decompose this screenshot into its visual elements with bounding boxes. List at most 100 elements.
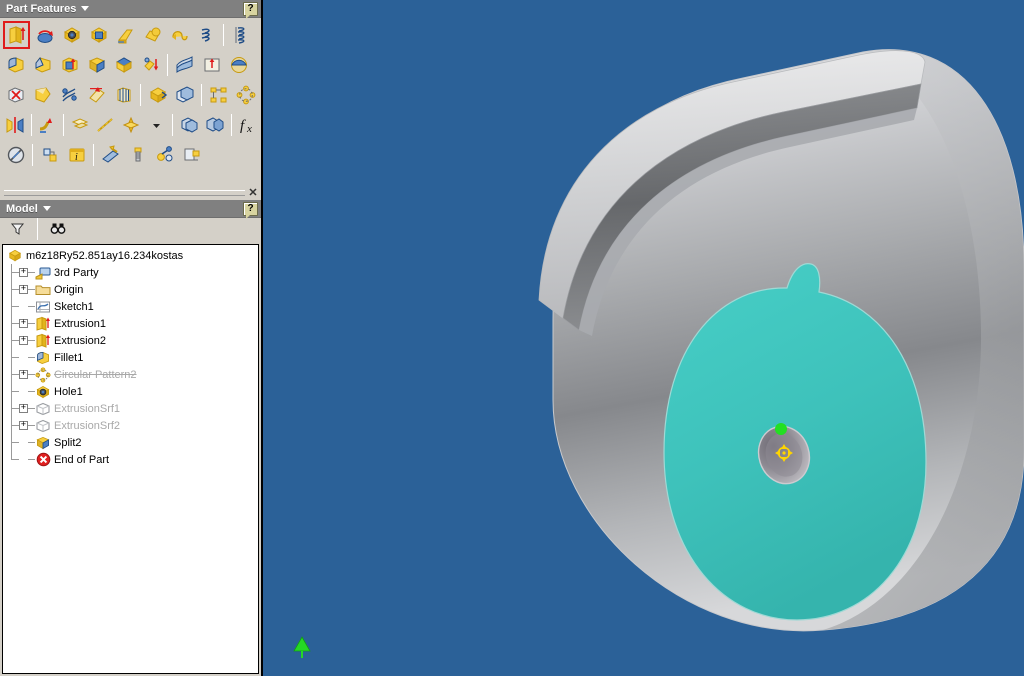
copy-object-icon[interactable] xyxy=(172,82,197,108)
tree-connector xyxy=(28,357,35,358)
work-axis-icon[interactable] xyxy=(94,112,118,138)
tree-item[interactable]: Hole1 xyxy=(7,383,258,400)
tree-item[interactable]: Split2 xyxy=(7,434,258,451)
expand-spacer xyxy=(19,455,28,464)
tree-item-label: ExtrusionSrf2 xyxy=(54,419,121,432)
splitter-grip[interactable] xyxy=(4,190,245,196)
tree-item[interactable]: + Extrusion1 xyxy=(7,315,258,332)
stress-analysis-icon[interactable] xyxy=(98,142,123,168)
tree-item[interactable]: + ExtrusionSrf2 xyxy=(7,417,258,434)
part-features-panel: Part Features ? fx i xyxy=(0,0,261,188)
expand-plus-icon[interactable]: + xyxy=(19,285,28,294)
tree-connector xyxy=(28,408,35,409)
green-vertex-marker[interactable] xyxy=(775,423,787,435)
expand-plus-icon[interactable]: + xyxy=(19,319,28,328)
tree-connector xyxy=(7,417,19,434)
tree-item-label: Extrusion2 xyxy=(54,334,106,347)
work-point-icon[interactable] xyxy=(119,112,143,138)
help-question-icon[interactable]: ? xyxy=(243,201,258,219)
expand-plus-icon[interactable]: + xyxy=(19,370,28,379)
ruled-surface-icon[interactable] xyxy=(111,82,136,108)
tree-item[interactable]: Sketch1 xyxy=(7,298,258,315)
delete-face-icon[interactable] xyxy=(3,82,28,108)
tree-item[interactable]: + Origin xyxy=(7,281,258,298)
revolve-icon[interactable] xyxy=(32,22,57,48)
tree-item[interactable]: End of Part xyxy=(7,451,258,468)
tree-item-label: Sketch1 xyxy=(54,300,94,313)
toolbar-separator xyxy=(30,114,32,136)
direct-edit-icon[interactable] xyxy=(138,52,163,78)
model-browser-tree[interactable]: m6z18Ry52.851ay16.234kostas +3rd Party + Or… xyxy=(2,244,259,674)
tree-item[interactable]: m6z18Ry52.851ay16.234kostas xyxy=(7,247,258,264)
expand-spacer xyxy=(19,353,28,362)
expand-plus-icon[interactable]: + xyxy=(19,336,28,345)
close-x-icon[interactable]: ✕ xyxy=(245,188,261,199)
decal-icon[interactable] xyxy=(226,52,251,78)
sculpt-icon[interactable] xyxy=(172,52,197,78)
expand-spacer xyxy=(19,387,28,396)
filter-icon[interactable] xyxy=(5,216,30,242)
mirror-icon[interactable] xyxy=(3,112,27,138)
insert-frame-icon[interactable] xyxy=(152,142,177,168)
emboss-icon[interactable] xyxy=(199,52,224,78)
create-component-icon[interactable] xyxy=(179,142,204,168)
create-iparts-icon[interactable] xyxy=(37,142,62,168)
3d-graphics-window[interactable] xyxy=(263,0,1024,676)
work-plane-icon[interactable] xyxy=(68,112,92,138)
toolbar-separator xyxy=(32,144,33,166)
tree-item-label: Fillet1 xyxy=(54,351,84,364)
part-features-title-bar[interactable]: Part Features ? xyxy=(0,0,261,19)
caret-down-icon[interactable] xyxy=(42,206,51,211)
model-title-bar[interactable]: Model ? xyxy=(0,200,261,219)
patch-surface-icon[interactable] xyxy=(30,82,55,108)
move-face-icon[interactable] xyxy=(145,82,170,108)
bolted-connection-icon[interactable] xyxy=(125,142,150,168)
tree-item[interactable]: +3rd Party xyxy=(7,264,258,281)
circular-pattern-icon[interactable] xyxy=(233,82,258,108)
chamfer-icon[interactable] xyxy=(30,52,55,78)
ucs-icon[interactable] xyxy=(177,112,201,138)
help-question-icon[interactable]: ? xyxy=(243,1,258,19)
extrude-icon[interactable] xyxy=(3,21,30,49)
hole-icon xyxy=(35,384,51,399)
tree-item[interactable]: + ExtrusionSrf1 xyxy=(7,400,258,417)
work-point-dropdown-icon[interactable] xyxy=(145,112,169,138)
extend-surface-icon[interactable] xyxy=(84,82,109,108)
find-icon[interactable] xyxy=(45,216,70,242)
fillet-icon[interactable] xyxy=(3,52,28,78)
ifeature-icon[interactable]: i xyxy=(64,142,89,168)
panel-splitter[interactable]: ✕ xyxy=(0,186,261,200)
hole-icon[interactable] xyxy=(59,22,84,48)
derive-icon[interactable] xyxy=(203,112,227,138)
tree-item[interactable]: Fillet1 xyxy=(7,349,258,366)
coil-icon[interactable] xyxy=(194,22,219,48)
toolbar-separator xyxy=(37,217,38,240)
toolbar-row-2 xyxy=(0,50,261,80)
thicken-offset-icon[interactable] xyxy=(111,52,136,78)
tree-item[interactable]: + Circular Pattern2 xyxy=(7,366,258,383)
split-icon[interactable] xyxy=(84,52,109,78)
expand-plus-icon[interactable]: + xyxy=(19,421,28,430)
caret-down-icon[interactable] xyxy=(81,6,90,11)
bend-part-icon[interactable] xyxy=(36,112,60,138)
stitch-icon[interactable] xyxy=(57,82,82,108)
cylindrical-part[interactable] xyxy=(263,0,1024,676)
rib-icon[interactable] xyxy=(113,22,138,48)
sweep-icon[interactable] xyxy=(167,22,192,48)
shell-icon[interactable] xyxy=(86,22,111,48)
split-icon xyxy=(35,435,51,450)
toolbar-row-3 xyxy=(0,80,261,110)
loft-icon[interactable] xyxy=(140,22,165,48)
tree-item[interactable]: + Extrusion2 xyxy=(7,332,258,349)
tree-connector xyxy=(28,289,35,290)
parameters-fx-icon[interactable]: fx xyxy=(236,112,260,138)
toolbar-separator xyxy=(167,54,168,76)
rectangular-pattern-icon[interactable] xyxy=(206,82,231,108)
expand-plus-icon[interactable]: + xyxy=(19,268,28,277)
expand-plus-icon[interactable]: + xyxy=(19,404,28,413)
part-document-icon xyxy=(7,248,23,263)
face-draft-icon[interactable] xyxy=(57,52,82,78)
suppress-features-icon[interactable] xyxy=(3,142,28,168)
model-tool-row xyxy=(0,216,261,242)
thread-icon[interactable] xyxy=(228,22,253,48)
